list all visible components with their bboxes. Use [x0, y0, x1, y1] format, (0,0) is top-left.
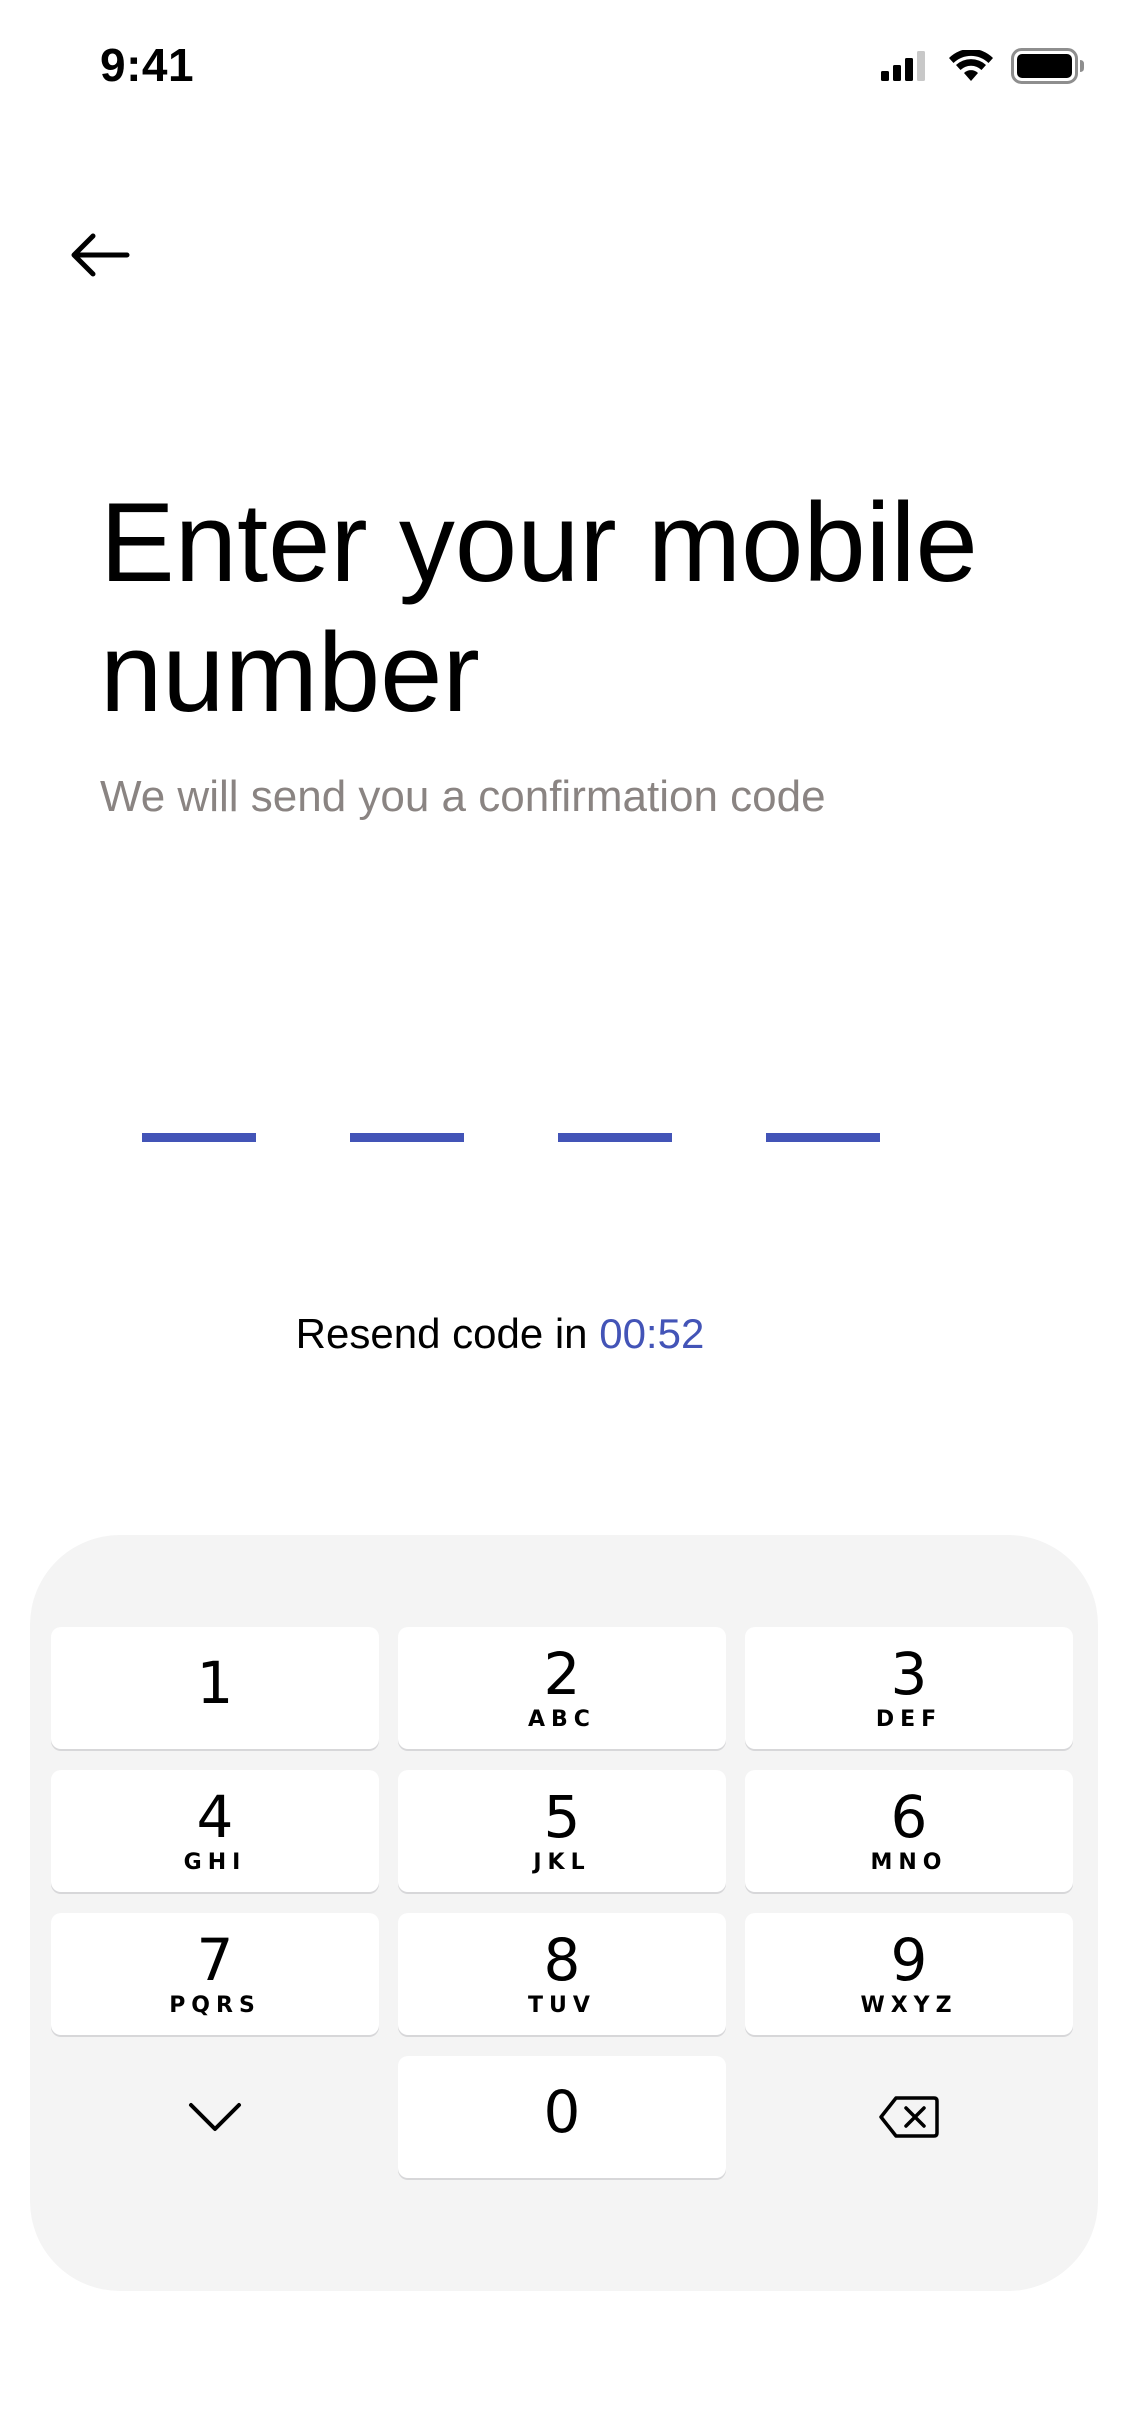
key-digit: 2	[543, 1640, 581, 1708]
code-slot[interactable]	[350, 1133, 464, 1142]
resend-label: Resend code in	[295, 1310, 600, 1357]
key-1[interactable]: 1	[51, 1627, 379, 1749]
key-letters: DEF	[875, 1707, 943, 1732]
key-digit: 9	[890, 1926, 928, 1994]
status-time: 9:41	[100, 39, 195, 91]
key-6[interactable]: 6 MNO	[745, 1770, 1073, 1892]
key-digit: 7	[196, 1926, 234, 1994]
arrow-left-icon	[71, 233, 130, 277]
hide-keypad-button[interactable]	[51, 2056, 379, 2178]
key-digit: 0	[543, 2078, 581, 2146]
back-button[interactable]	[60, 220, 140, 290]
battery-icon	[1011, 48, 1084, 84]
resend-timer: 00:52	[599, 1310, 705, 1357]
key-digit: 6	[890, 1783, 928, 1851]
page-title: Enter your mobile number	[100, 480, 978, 735]
key-4[interactable]: 4 GHI	[51, 1770, 379, 1892]
key-letters: ABC	[528, 1707, 596, 1732]
key-digit: 1	[196, 1649, 234, 1717]
status-icons	[881, 48, 1085, 84]
key-digit: 4	[196, 1783, 234, 1851]
key-3[interactable]: 3 DEF	[745, 1627, 1073, 1749]
key-digit: 5	[543, 1783, 581, 1851]
resend-code: Resend code in 00:52	[0, 1310, 1000, 1358]
delete-button[interactable]	[745, 2056, 1073, 2178]
page-subtitle: We will send you a confirmation code	[100, 772, 826, 821]
code-slot[interactable]	[558, 1133, 672, 1142]
key-letters: TUV	[528, 1993, 596, 2018]
code-slot[interactable]	[142, 1133, 256, 1142]
code-slot[interactable]	[766, 1133, 880, 1142]
key-5[interactable]: 5 JKL	[398, 1770, 726, 1892]
backspace-icon	[879, 2096, 939, 2138]
key-8[interactable]: 8 TUV	[398, 1913, 726, 2035]
screen: 9:41 Enter your mobile number We will se…	[0, 0, 1125, 2436]
chevron-down-icon	[189, 2103, 241, 2131]
key-letters: MNO	[870, 1850, 948, 1875]
key-9[interactable]: 9 WXYZ	[745, 1913, 1073, 2035]
key-digit: 3	[890, 1640, 928, 1708]
key-digit: 8	[543, 1926, 581, 1994]
key-0[interactable]: 0	[398, 2056, 726, 2178]
key-2[interactable]: 2 ABC	[398, 1627, 726, 1749]
cellular-signal-icon	[881, 51, 925, 81]
wifi-icon	[949, 50, 993, 81]
key-letters: PQRS	[169, 1993, 261, 2018]
key-letters: GHI	[183, 1850, 247, 1875]
numeric-keypad: 1 2 ABC 3 DEF 4 GHI 5 JKL 6 MNO 7 PQRS 8	[30, 1535, 1098, 2291]
key-letters: JKL	[533, 1850, 591, 1875]
code-input[interactable]	[142, 1133, 880, 1142]
key-letters: WXYZ	[860, 1993, 958, 2018]
key-7[interactable]: 7 PQRS	[51, 1913, 379, 2035]
